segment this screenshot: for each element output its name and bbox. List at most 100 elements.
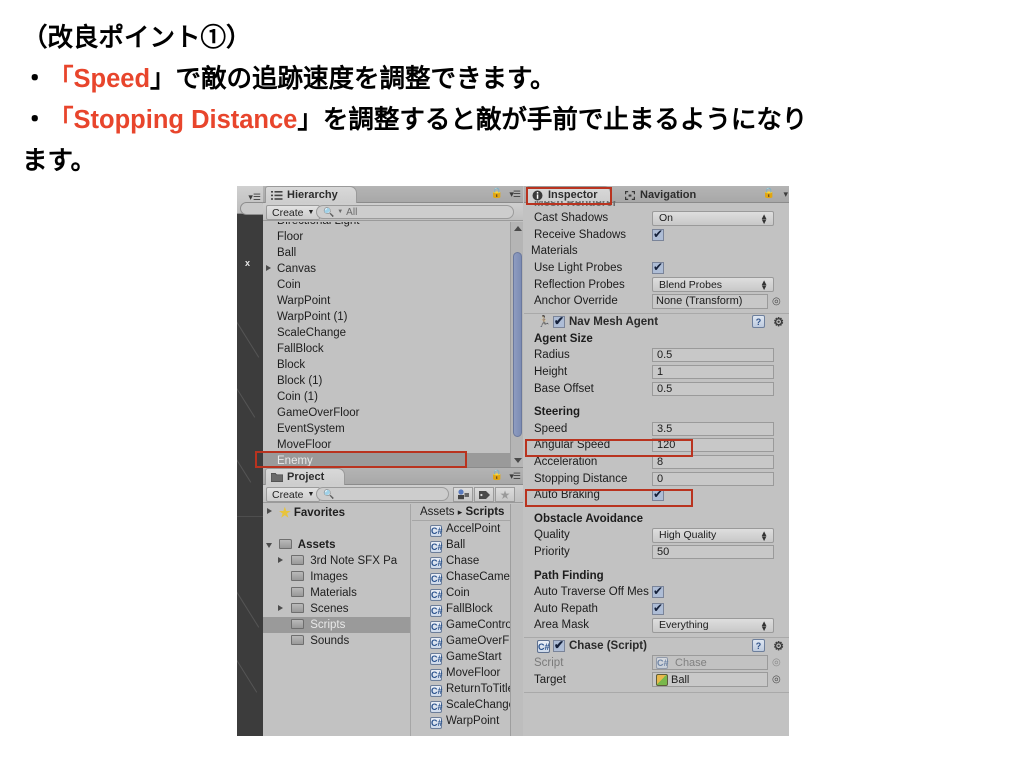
gear-icon[interactable]: ⚙	[773, 639, 784, 653]
inspector-row-priority[interactable]: Priority 50	[524, 544, 789, 561]
asset-item[interactable]: C# GameStart	[412, 649, 510, 665]
project-create-button[interactable]: Create ▼	[266, 487, 321, 502]
hierarchy-list[interactable]: Directional Light Floor Ball Canvas Coin…	[263, 222, 510, 467]
scroll-up-arrow-icon[interactable]	[514, 226, 522, 231]
hierarchy-item[interactable]: GameOverFloor	[263, 405, 510, 421]
navmesh-agent-header[interactable]: Nav Mesh Agent ? ⚙	[524, 314, 789, 331]
inspector-row-angular-speed[interactable]: Angular Speed 120	[524, 437, 789, 454]
inspector-row-auto-braking[interactable]: Auto Braking	[524, 487, 789, 504]
project-assets-pane[interactable]: Assets ▸ Scripts C# AccelPoint C# Ball C# C…	[412, 504, 510, 736]
project-tree-item[interactable]: Scenes	[263, 601, 410, 617]
project-tree[interactable]: ★ Favorites Assets 3rd Note SFX Pa Image…	[263, 504, 411, 736]
hierarchy-lock-icon[interactable]: 🔒	[491, 188, 503, 199]
filter-by-type-button[interactable]	[453, 487, 473, 502]
asset-item[interactable]: C#GameController	[412, 617, 510, 633]
foldout-arrow-icon[interactable]	[266, 265, 271, 271]
project-tree-item-assets[interactable]: Assets	[263, 537, 410, 553]
hierarchy-scrollbar[interactable]	[510, 222, 523, 467]
hierarchy-item[interactable]: ScaleChange	[263, 325, 510, 341]
inspector-row-speed[interactable]: Speed 3.5	[524, 421, 789, 438]
scene-view-search-pill[interactable]	[240, 202, 263, 215]
hierarchy-item[interactable]: FallBlock	[263, 341, 510, 357]
project-tree-item-scripts[interactable]: Scripts	[263, 617, 410, 633]
project-scrollbar[interactable]	[510, 504, 523, 736]
foldout-arrow-icon[interactable]	[267, 508, 272, 514]
inspector-row-radius[interactable]: Radius 0.5	[524, 347, 789, 364]
hierarchy-item[interactable]: Block	[263, 357, 510, 373]
inspector-row-cast-shadows[interactable]: Cast Shadows On ▲ ▼	[524, 210, 789, 227]
receive-shadows-checkbox[interactable]	[652, 227, 664, 241]
chase-enabled-checkbox[interactable]	[553, 638, 565, 653]
inspector-lock-icon[interactable]: 🔒	[763, 188, 775, 199]
asset-item[interactable]: C# ScaleChange	[412, 697, 510, 713]
project-tree-item[interactable]: Sounds	[263, 633, 410, 649]
asset-item[interactable]: C# AccelPoint	[412, 521, 510, 537]
inspector-row-acceleration[interactable]: Acceleration 8	[524, 454, 789, 471]
inspector-row-auto-repath[interactable]: Auto Repath	[524, 600, 789, 617]
inspector-row-area-mask[interactable]: Area Mask Everything ▲ ▼	[524, 617, 789, 634]
stopping-distance-input[interactable]: 0	[652, 471, 774, 486]
project-search-input[interactable]: 🔍	[316, 487, 449, 501]
base-offset-input[interactable]: 0.5	[652, 381, 774, 396]
hierarchy-item[interactable]: EventSystem	[263, 421, 510, 437]
project-tree-item[interactable]: Materials	[263, 585, 410, 601]
tab-navigation[interactable]: Navigation	[618, 186, 713, 203]
asset-item[interactable]: C# Chase	[412, 553, 510, 569]
inspector-row-quality[interactable]: Quality High Quality ▲ ▼	[524, 527, 789, 544]
auto-traverse-checkbox[interactable]	[652, 584, 664, 599]
hierarchy-item[interactable]: Canvas	[263, 261, 510, 277]
hierarchy-item[interactable]: Ball	[263, 245, 510, 261]
project-tree-item[interactable]: 3rd Note SFX Pa	[263, 553, 410, 569]
foldout-arrow-icon[interactable]	[278, 605, 283, 611]
hierarchy-create-button[interactable]: Create ▼	[266, 205, 321, 220]
hierarchy-item[interactable]: WarpPoint (1)	[263, 309, 510, 325]
tab-hierarchy[interactable]: Hierarchy	[265, 186, 357, 203]
speed-input[interactable]: 3.5	[652, 421, 774, 436]
foldout-arrow-icon[interactable]	[278, 557, 283, 563]
inspector-row-materials[interactable]: Materials	[524, 243, 789, 260]
hierarchy-search-input[interactable]: 🔍 ▼ All	[316, 205, 514, 219]
navmesh-agent-enabled-checkbox[interactable]	[553, 314, 565, 329]
project-tree-item[interactable]: Images	[263, 569, 410, 585]
hierarchy-item[interactable]: Directional Light	[263, 222, 510, 229]
hierarchy-item-enemy[interactable]: Enemy	[263, 453, 510, 467]
filter-by-label-button[interactable]	[474, 487, 494, 502]
area-mask-dropdown[interactable]: Everything ▲ ▼	[652, 617, 774, 633]
inspector-row-base-offset[interactable]: Base Offset 0.5	[524, 380, 789, 397]
asset-item[interactable]: C# ReturnToTitle	[412, 681, 510, 697]
project-tree-item-favorites[interactable]: ★ Favorites	[263, 504, 410, 520]
inspector-row-auto-traverse[interactable]: Auto Traverse Off Mes	[524, 584, 789, 601]
inspector-menu-icon[interactable]: ▾	[783, 189, 787, 200]
breadcrumb[interactable]: Assets ▸ Scripts	[412, 504, 510, 521]
asset-item[interactable]: C#GameOverFloor	[412, 633, 510, 649]
anchor-override-objectfield[interactable]: None (Transform)	[652, 293, 768, 309]
chase-script-header[interactable]: C# Chase (Script) ? ⚙	[524, 638, 789, 655]
auto-repath-checkbox[interactable]	[652, 601, 664, 615]
inspector-row-reflection-probes[interactable]: Reflection Probes Blend Probes ▲ ▼	[524, 276, 789, 293]
hierarchy-item[interactable]: WarpPoint	[263, 293, 510, 309]
inspector-row-use-light-probes[interactable]: Use Light Probes	[524, 260, 789, 277]
asset-item[interactable]: C# FallBlock	[412, 601, 510, 617]
radius-input[interactable]: 0.5	[652, 348, 774, 363]
object-picker-icon[interactable]: ◎	[772, 296, 781, 307]
project-lock-icon[interactable]: 🔒	[491, 470, 503, 481]
cast-shadows-dropdown[interactable]: On ▲ ▼	[652, 210, 774, 226]
hierarchy-item[interactable]: Coin	[263, 277, 510, 293]
reflection-probes-dropdown[interactable]: Blend Probes ▲ ▼	[652, 277, 774, 293]
tab-project[interactable]: Project	[265, 468, 345, 485]
favorites-star-button[interactable]: ★	[495, 487, 515, 502]
auto-braking-checkbox[interactable]	[652, 487, 664, 502]
hierarchy-item[interactable]: MoveFloor	[263, 437, 510, 453]
hierarchy-item[interactable]: Coin (1)	[263, 389, 510, 405]
foldout-arrow-icon[interactable]	[266, 543, 272, 551]
help-icon[interactable]: ?	[752, 314, 765, 328]
inspector-row-stopping-distance[interactable]: Stopping Distance 0	[524, 470, 789, 487]
scroll-down-arrow-icon[interactable]	[514, 458, 522, 463]
breadcrumb-root[interactable]: Assets	[420, 506, 455, 518]
asset-item[interactable]: C#ChaseCamera	[412, 569, 510, 585]
hierarchy-scroll-thumb[interactable]	[513, 252, 522, 437]
inspector-row-anchor-override[interactable]: Anchor Override None (Transform) ◎	[524, 293, 789, 310]
target-objectfield[interactable]: Ball	[652, 672, 768, 688]
asset-item[interactable]: C# Coin	[412, 585, 510, 601]
inspector-row-height[interactable]: Height 1	[524, 364, 789, 381]
